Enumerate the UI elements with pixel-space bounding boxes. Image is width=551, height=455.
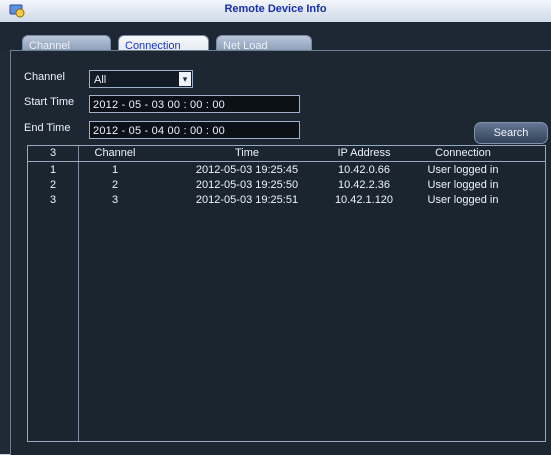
row-index: 3: [49, 194, 57, 206]
start-time-input[interactable]: 2012 - 05 - 03 00 : 00 : 00: [89, 95, 300, 113]
tab-bar: Channel Status Connection Log Net Load: [0, 22, 551, 72]
header-count: 3: [49, 147, 57, 159]
title-bar: Remote Device Info: [0, 0, 551, 23]
channel-dropdown[interactable]: All ▾: [89, 70, 193, 88]
row-ip-address: 10.42.2.36: [338, 179, 390, 191]
row-ip-address: 10.42.1.120: [334, 194, 394, 206]
end-time-input[interactable]: 2012 - 05 - 04 00 : 00 : 00: [89, 121, 300, 139]
row-channel: 3: [111, 194, 119, 206]
row-ip-address: 10.42.0.66: [338, 164, 390, 176]
header-ip-address: IP Address: [337, 147, 391, 159]
table-header: 3 Channel Time IP Address Connection: [28, 146, 545, 162]
table-row[interactable]: 3 3 2012-05-03 19:25:51 10.42.1.120 User…: [28, 194, 545, 209]
header-channel: Channel: [94, 147, 136, 159]
end-time-label: End Time: [24, 122, 71, 134]
header-connection: Connection: [435, 147, 491, 159]
search-button[interactable]: Search: [474, 122, 548, 144]
window-title: Remote Device Info: [224, 3, 327, 15]
table-row[interactable]: 1 1 2012-05-03 19:25:45 10.42.0.66 User …: [28, 164, 545, 179]
connection-log-table: 3 Channel Time IP Address Connection 1 1…: [27, 145, 546, 442]
channel-label: Channel: [24, 71, 65, 83]
remote-device-info-window: Remote Device Info Channel Status Connec…: [0, 0, 551, 455]
chevron-down-icon[interactable]: ▾: [179, 72, 191, 86]
row-channel: 2: [111, 179, 119, 191]
channel-dropdown-value: All: [94, 74, 107, 86]
row-connection: User logged in: [427, 194, 499, 206]
row-index: 1: [49, 164, 57, 176]
row-channel: 1: [111, 164, 119, 176]
row-connection: User logged in: [427, 164, 499, 176]
start-time-label: Start Time: [24, 96, 75, 108]
table-row[interactable]: 2 2 2012-05-03 19:25:50 10.42.2.36 User …: [28, 179, 545, 194]
row-index: 2: [49, 179, 57, 191]
row-connection: User logged in: [427, 179, 499, 191]
